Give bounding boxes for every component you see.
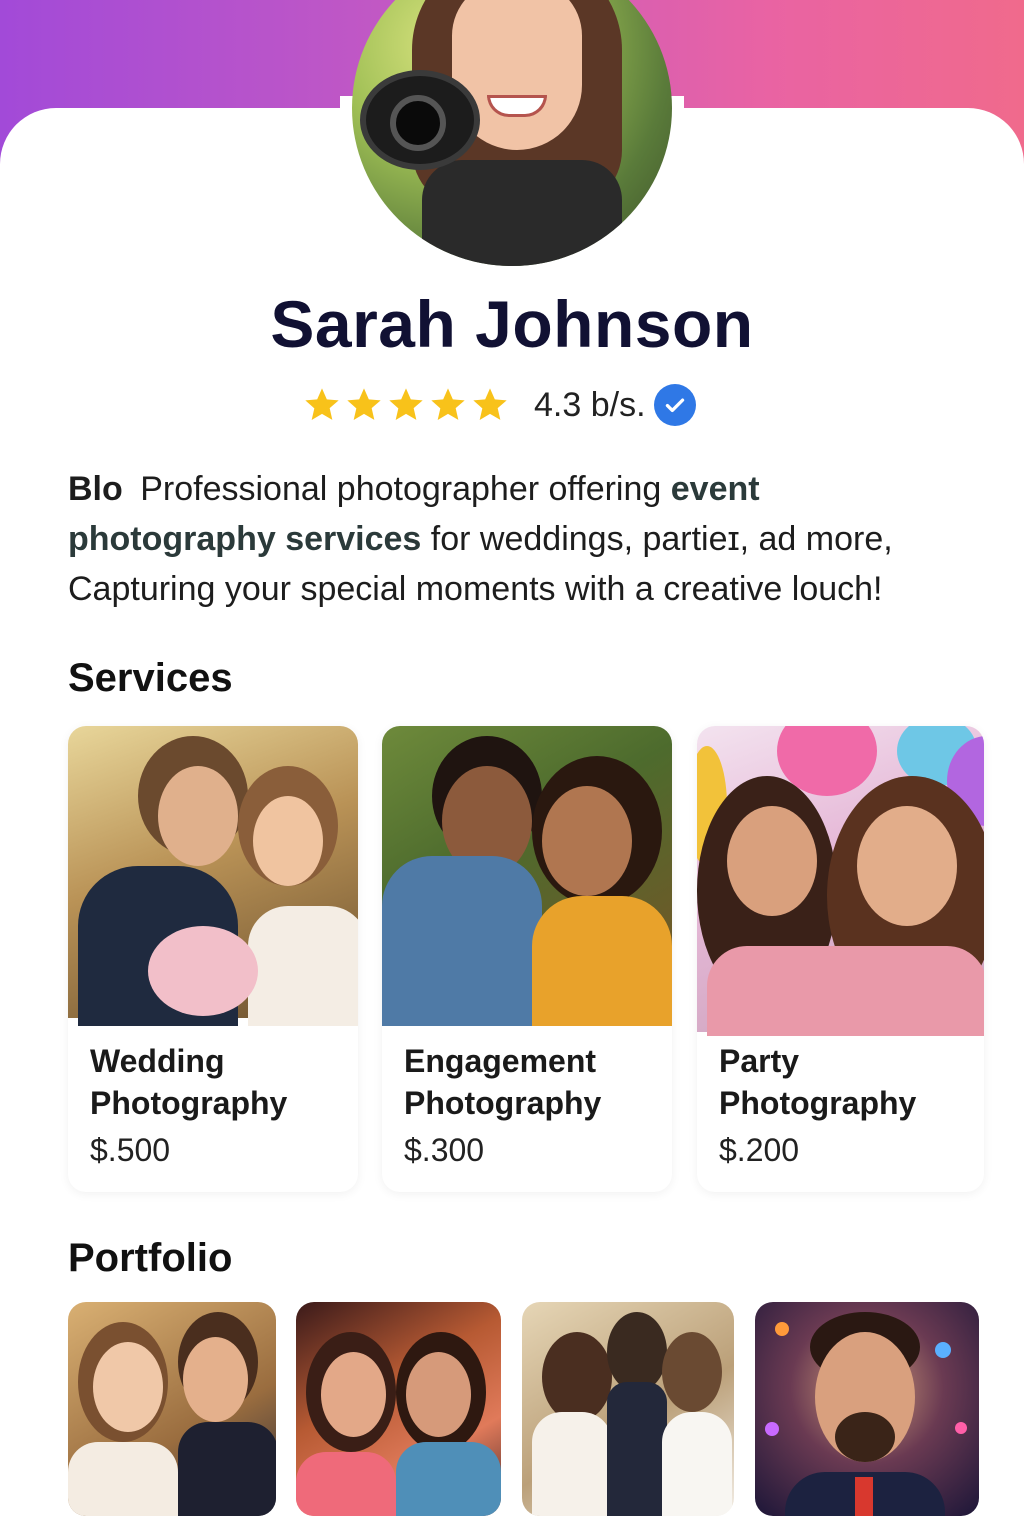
star-icon (305, 388, 339, 420)
star-icon (431, 388, 465, 420)
portfolio-photo[interactable] (68, 1302, 276, 1516)
portfolio-photo[interactable] (296, 1302, 501, 1516)
profile-name: Sarah Johnson (270, 287, 754, 361)
verified-check-icon (653, 384, 696, 426)
star-icon (347, 388, 381, 420)
service-info: Engagement Photography $.300 (404, 1040, 664, 1169)
service-photo (68, 726, 358, 1026)
bio-text: Professional photographer offering (140, 470, 671, 508)
service-title: Engagement Photography (404, 1043, 602, 1121)
bio-label: Blo (68, 470, 123, 508)
service-info: Wedding Photography $.500 (90, 1040, 350, 1169)
services-heading: Services (68, 656, 233, 700)
rating-value: 4.3 b/s. (534, 385, 646, 424)
portfolio-photo[interactable] (755, 1302, 979, 1516)
service-price: $.500 (90, 1132, 171, 1168)
service-info: Party Photography $.200 (719, 1040, 979, 1169)
rating-row: 4.3 b/s. (302, 380, 696, 430)
service-photo (382, 726, 672, 1026)
star-icon (389, 388, 423, 420)
profile-page: Sarah Johnson 4.3 b/s. Blo Professional … (0, 0, 1024, 1536)
service-card-wedding[interactable]: Wedding Photography $.500 (68, 726, 358, 1192)
service-price: $.200 (719, 1132, 800, 1168)
service-card-engagement[interactable]: Engagement Photography $.300 (382, 726, 672, 1192)
service-title: Wedding Photography (90, 1043, 288, 1121)
rating-stars (302, 385, 510, 425)
portfolio-heading: Portfolio (68, 1236, 233, 1280)
bio: Blo Professional photographer offering e… (68, 464, 968, 614)
service-price: $.300 (404, 1132, 485, 1168)
star-icon (473, 388, 507, 420)
service-photo (697, 726, 984, 1036)
service-title: Party Photography (719, 1043, 917, 1121)
service-card-party[interactable]: Party Photography $.200 (697, 726, 984, 1192)
portfolio-photo[interactable] (522, 1302, 734, 1516)
